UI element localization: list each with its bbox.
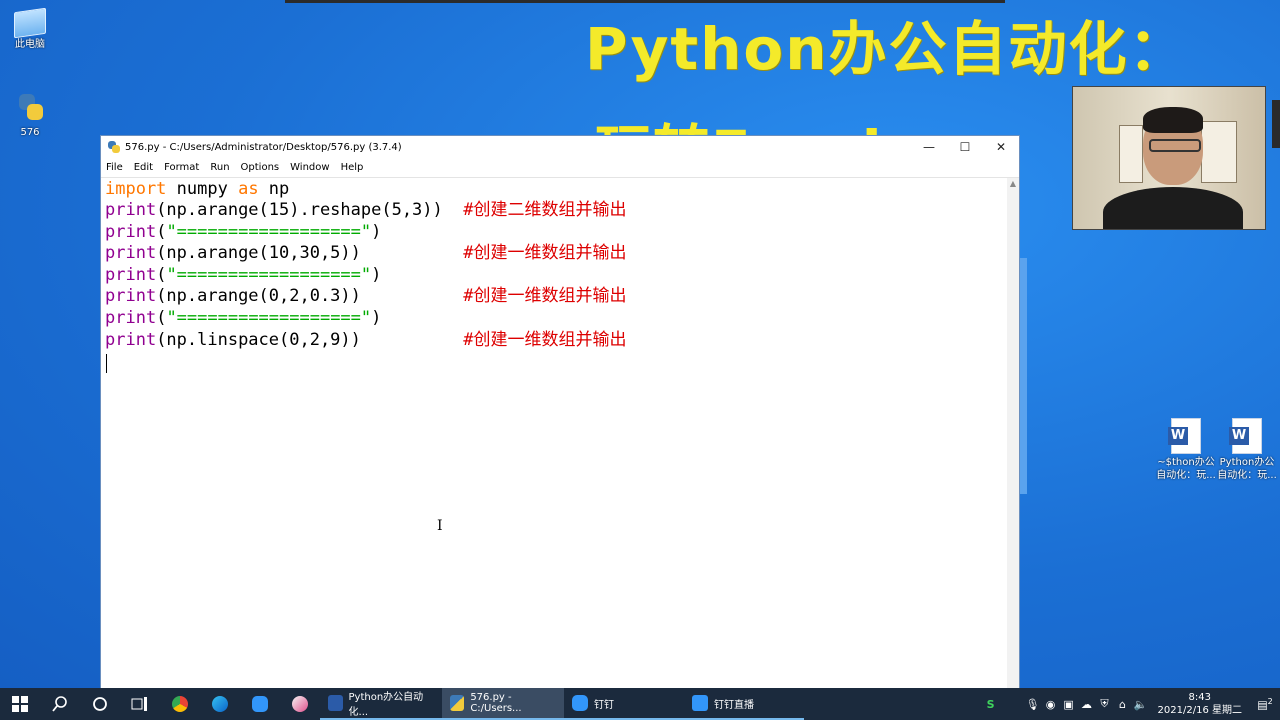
word-document-icon: W [1168, 418, 1201, 454]
vertical-scrollbar[interactable]: ▲ [1007, 178, 1019, 689]
menu-window[interactable]: Window [290, 162, 329, 173]
desktop-icon-word-temp[interactable]: W ~$thon办公自动化：玩... [1154, 418, 1218, 482]
window-titlebar[interactable]: 576.py - C:/Users/Administrator/Desktop/… [101, 136, 1019, 158]
desktop-icon-label: 576 [20, 127, 40, 138]
live-stream-icon [692, 695, 708, 711]
menu-options[interactable]: Options [241, 162, 280, 173]
desktop-icon-label: 此电脑 [15, 39, 45, 50]
clock-time: 8:43 [1188, 692, 1211, 703]
window-title: 576.py - C:/Users/Administrator/Desktop/… [125, 141, 402, 153]
sogou-s-icon[interactable]: S [982, 698, 1000, 711]
taskbar-dingtalk-pinned[interactable] [240, 688, 280, 720]
computer-icon [14, 7, 46, 39]
network-icon[interactable]: ⌂ [1114, 698, 1132, 711]
menu-format[interactable]: Format [164, 162, 199, 173]
code-line: print(np.arange(15).reshape(5,3)) #创建二维数… [105, 200, 627, 220]
notification-badge: 2 [1267, 696, 1273, 706]
screen-edge-scrollbar [1272, 100, 1280, 148]
code-line: print("==================") [105, 265, 382, 285]
taskbar-app-word[interactable]: Python办公自动化... [320, 688, 442, 720]
chrome-icon [172, 696, 188, 712]
menu-bar: File Edit Format Run Options Window Help [101, 158, 1019, 178]
wechat-icon[interactable]: ▣ [1060, 698, 1078, 711]
notification-center-icon[interactable]: ▤2 [1250, 697, 1280, 712]
menu-file[interactable]: File [106, 162, 123, 173]
taskbar-chrome[interactable] [160, 688, 200, 720]
windows-logo-icon [12, 696, 28, 712]
menu-edit[interactable]: Edit [134, 162, 153, 173]
taskbar-app-label: 钉钉 [594, 699, 614, 711]
python-icon [450, 695, 465, 711]
code-line: print("==================") [105, 222, 382, 242]
taskbar-app-dingtalk[interactable]: 钉钉 [564, 688, 684, 720]
search-button[interactable] [40, 688, 80, 720]
code-line: print(np.linspace(0,2,9)) #创建一维数组并输出 [105, 330, 627, 350]
background-window-edge [1020, 258, 1027, 494]
edge-icon [212, 696, 228, 712]
code-line: print(np.arange(10,30,5)) #创建一维数组并输出 [105, 243, 627, 263]
microphone-icon[interactable]: 🎙 [1024, 698, 1042, 711]
ibeam-cursor-icon: I [437, 518, 443, 534]
clock-date: 2021/2/16 星期二 [1157, 705, 1242, 716]
scroll-up-icon[interactable]: ▲ [1007, 178, 1019, 190]
minimize-button[interactable]: — [911, 140, 947, 154]
code-line: print(np.arange(0,2,0.3)) #创建一维数组并输出 [105, 286, 627, 306]
python-icon [107, 140, 121, 154]
desktop-icon-this-pc[interactable]: 此电脑 [0, 7, 60, 51]
desktop-icon-label: Python办公自动化：玩... [1217, 457, 1277, 481]
desktop-icon-label: ~$thon办公自动化：玩... [1156, 457, 1216, 481]
menu-run[interactable]: Run [210, 162, 229, 173]
taskbar-clock[interactable]: 8:43 2021/2/16 星期二 [1158, 691, 1242, 717]
code-editor[interactable]: import numpy as np print(np.arange(15).r… [101, 178, 1007, 689]
python-file-icon [15, 92, 45, 124]
taskbar-edge[interactable] [200, 688, 240, 720]
desktop-icon-576[interactable]: 576 [0, 92, 60, 139]
menu-help[interactable]: Help [341, 162, 364, 173]
cortana-button[interactable] [80, 688, 120, 720]
word-icon [328, 695, 343, 711]
taskbar-paint-app[interactable] [280, 688, 320, 720]
dingtalk-icon [572, 695, 588, 711]
idle-editor-window[interactable]: 576.py - C:/Users/Administrator/Desktop/… [100, 135, 1020, 690]
taskbar-app-dingtalk-live[interactable]: 钉钉直播 [684, 688, 804, 720]
taskbar-app-label: Python办公自动化... [348, 692, 424, 718]
close-button[interactable]: ✕ [983, 140, 1019, 154]
dingtalk-icon [252, 696, 268, 712]
banner-title: Python办公自动化： [585, 15, 1189, 83]
defender-icon[interactable]: ⛨ [1096, 697, 1114, 711]
start-button[interactable] [0, 688, 40, 720]
task-view-icon [131, 697, 147, 711]
cortana-circle-icon [93, 697, 107, 711]
system-tray: S 🎙 ◉ ▣ ☁ ⛨ ⌂ 🔈 8:43 2021/2/16 星期二 ▤2 [982, 688, 1280, 720]
taskbar-app-label: 576.py - C:/Users... [470, 692, 522, 714]
volume-icon[interactable]: 🔈 [1132, 698, 1150, 711]
palette-icon [292, 696, 308, 712]
maximize-button[interactable]: ☐ [947, 140, 983, 154]
webcam-overlay [1072, 86, 1266, 230]
word-document-icon: W [1229, 418, 1262, 454]
taskbar-app-idle[interactable]: 576.py - C:/Users... [442, 688, 564, 720]
code-line: import numpy as np [105, 179, 290, 199]
security-shield-icon[interactable]: ◉ [1042, 698, 1060, 711]
onedrive-icon[interactable]: ☁ [1078, 698, 1096, 711]
desktop-icon-word-doc[interactable]: W Python办公自动化：玩... [1215, 418, 1279, 482]
task-view-button[interactable] [120, 688, 160, 720]
text-caret [106, 354, 107, 373]
taskbar-app-label: 钉钉直播 [714, 699, 754, 711]
search-icon [52, 696, 67, 712]
code-line: print("==================") [105, 308, 382, 328]
